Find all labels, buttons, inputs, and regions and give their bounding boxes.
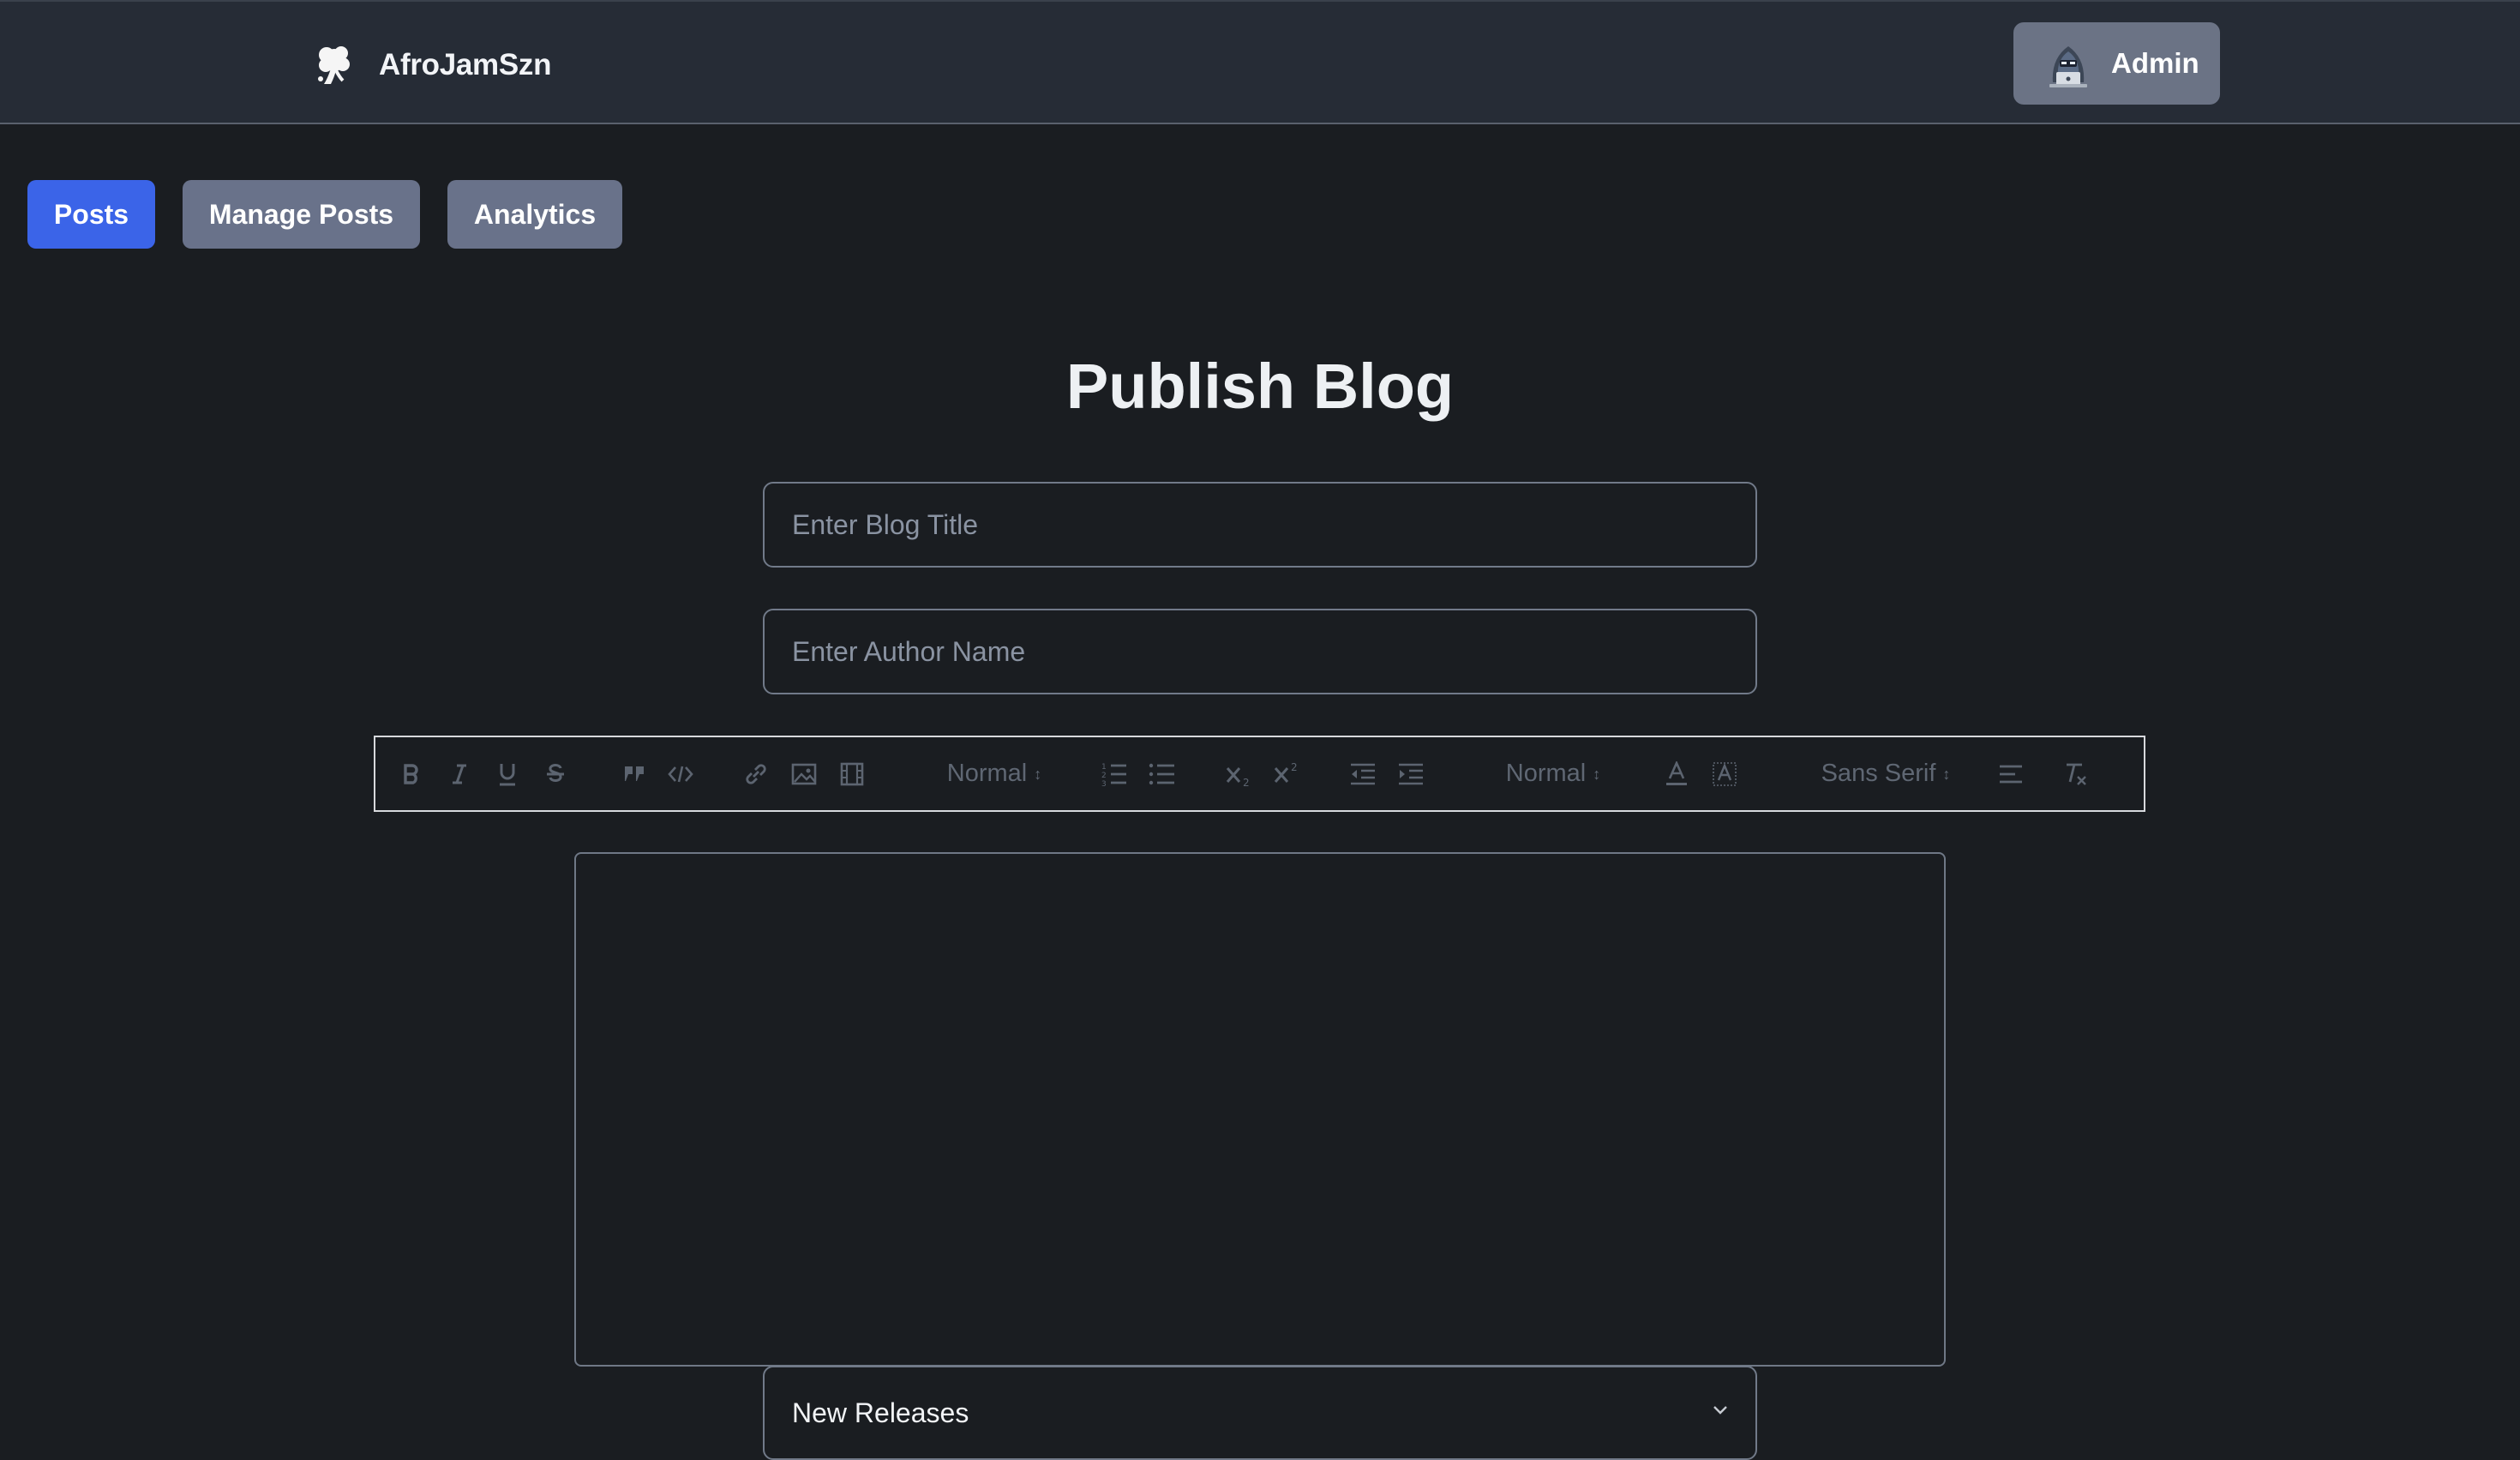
- ordered-list-icon[interactable]: 123: [1097, 737, 1131, 810]
- brand-name: AfroJamSzn: [379, 48, 552, 81]
- font-select[interactable]: Sans Serif ↕: [1809, 737, 1963, 810]
- admin-menu-button[interactable]: Admin: [2013, 22, 2220, 105]
- align-icon[interactable]: [1994, 737, 2028, 810]
- analytics-tab-button[interactable]: Analytics: [447, 180, 622, 249]
- link-icon[interactable]: [739, 737, 773, 810]
- category-select[interactable]: New Releases: [763, 1366, 1757, 1460]
- bold-icon[interactable]: [396, 737, 427, 810]
- updown-caret-icon: ↕: [1942, 765, 1951, 783]
- clean-format-icon[interactable]: [2059, 737, 2093, 810]
- svg-text:3: 3: [1101, 780, 1107, 787]
- admin-label: Admin: [2111, 47, 2199, 79]
- superscript-icon[interactable]: 2: [1270, 737, 1305, 810]
- admin-avatar-icon: [2049, 46, 2087, 87]
- code-block-icon[interactable]: [663, 737, 698, 810]
- brand-logo-icon: [318, 46, 350, 84]
- updown-caret-icon: ↕: [1593, 765, 1601, 783]
- image-icon[interactable]: [787, 737, 821, 810]
- top-navbar: AfroJamSzn Admin: [0, 0, 2520, 124]
- background-color-icon[interactable]: [1707, 737, 1742, 810]
- svg-text:2: 2: [1291, 761, 1298, 773]
- brand[interactable]: AfroJamSzn: [309, 39, 552, 91]
- strike-icon[interactable]: [540, 737, 571, 810]
- video-icon[interactable]: [835, 737, 869, 810]
- italic-icon[interactable]: [444, 737, 475, 810]
- text-color-icon[interactable]: [1659, 737, 1694, 810]
- subscript-icon[interactable]: 2: [1222, 737, 1257, 810]
- header-select[interactable]: Normal ↕: [934, 737, 1054, 810]
- svg-text:2: 2: [1101, 772, 1107, 780]
- updown-caret-icon: ↕: [1034, 765, 1042, 783]
- underline-icon[interactable]: [492, 737, 523, 810]
- blog-title-input[interactable]: Enter Blog Title: [763, 482, 1757, 568]
- posts-tab-button[interactable]: Posts: [27, 180, 155, 249]
- author-name-input[interactable]: Enter Author Name: [763, 609, 1757, 694]
- editor-toolbar: Normal ↕ 123 2 2 Normal ↕ Sans Serif ↕: [374, 736, 2145, 812]
- indent-icon[interactable]: [1394, 737, 1428, 810]
- blockquote-icon[interactable]: [617, 737, 651, 810]
- blog-content-editor[interactable]: [574, 852, 1946, 1367]
- size-select[interactable]: Normal ↕: [1493, 737, 1613, 810]
- page-title: Publish Blog: [1065, 351, 1455, 422]
- svg-text:1: 1: [1101, 763, 1107, 772]
- svg-text:2: 2: [1243, 777, 1250, 787]
- category-select-value: New Releases: [792, 1397, 969, 1428]
- bullet-list-icon[interactable]: [1145, 737, 1179, 810]
- chevron-down-icon: [1713, 1406, 1727, 1415]
- outdent-icon[interactable]: [1346, 737, 1380, 810]
- manage-posts-tab-button[interactable]: Manage Posts: [183, 180, 420, 249]
